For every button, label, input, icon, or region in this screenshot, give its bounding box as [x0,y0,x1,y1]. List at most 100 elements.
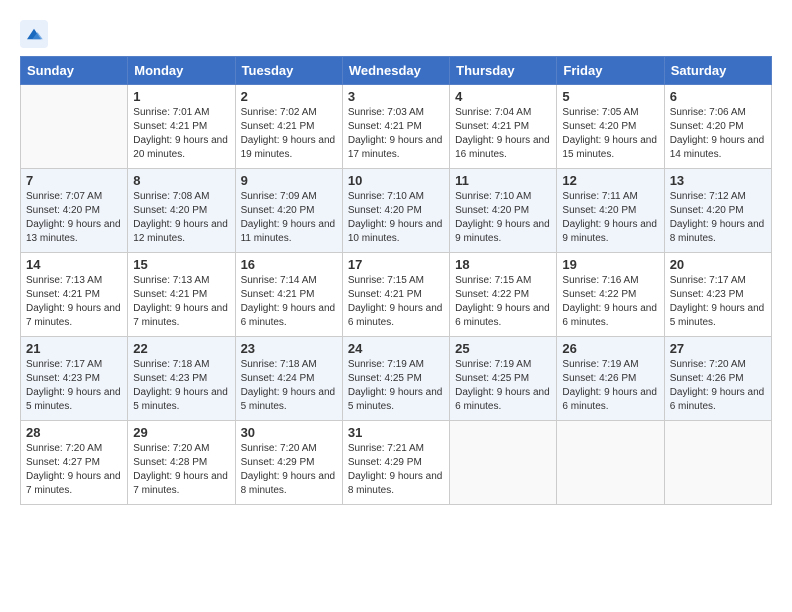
calendar-day-cell: 24 Sunrise: 7:19 AM Sunset: 4:25 PM Dayli… [342,337,449,421]
day-number: 1 [133,89,229,104]
calendar-day-cell [557,421,664,505]
calendar-day-cell: 2 Sunrise: 7:02 AM Sunset: 4:21 PM Daylig… [235,85,342,169]
weekday-header-friday: Friday [557,57,664,85]
calendar-day-cell: 5 Sunrise: 7:05 AM Sunset: 4:20 PM Daylig… [557,85,664,169]
day-number: 29 [133,425,229,440]
weekday-header-tuesday: Tuesday [235,57,342,85]
day-info: Sunrise: 7:18 AM Sunset: 4:24 PM Dayligh… [241,358,337,414]
calendar-day-cell: 3 Sunrise: 7:03 AM Sunset: 4:21 PM Daylig… [342,85,449,169]
calendar-week-row: 21 Sunrise: 7:17 AM Sunset: 4:23 PM Dayli… [21,337,772,421]
calendar-day-cell: 1 Sunrise: 7:01 AM Sunset: 4:21 PM Daylig… [128,85,235,169]
header [20,16,772,48]
day-info: Sunrise: 7:06 AM Sunset: 4:20 PM Dayligh… [670,106,766,162]
calendar-day-cell [21,85,128,169]
day-number: 30 [241,425,337,440]
calendar-day-cell: 31Sunrise: 7:21 AM Sunset: 4:29 PM Dayli… [342,421,449,505]
day-info: Sunrise: 7:19 AM Sunset: 4:25 PM Dayligh… [348,358,444,414]
calendar-day-cell: 19Sunrise: 7:16 AM Sunset: 4:22 PM Dayli… [557,253,664,337]
calendar-day-cell: 28Sunrise: 7:20 AM Sunset: 4:27 PM Dayli… [21,421,128,505]
day-number: 26 [562,341,658,356]
day-number: 27 [670,341,766,356]
day-number: 21 [26,341,122,356]
day-info: Sunrise: 7:13 AM Sunset: 4:21 PM Dayligh… [133,274,229,330]
calendar-day-cell: 11Sunrise: 7:10 AM Sunset: 4:20 PM Dayli… [450,169,557,253]
day-info: Sunrise: 7:10 AM Sunset: 4:20 PM Dayligh… [348,190,444,246]
calendar-day-cell: 15 Sunrise: 7:13 AM Sunset: 4:21 PM Dayli… [128,253,235,337]
day-number: 12 [562,173,658,188]
calendar-day-cell: 8Sunrise: 7:08 AM Sunset: 4:20 PM Daylig… [128,169,235,253]
calendar-day-cell: 12 Sunrise: 7:11 AM Sunset: 4:20 PM Dayli… [557,169,664,253]
calendar-week-row: 28Sunrise: 7:20 AM Sunset: 4:27 PM Dayli… [21,421,772,505]
calendar-day-cell: 13 Sunrise: 7:12 AM Sunset: 4:20 PM Dayli… [664,169,771,253]
calendar-week-row: 1 Sunrise: 7:01 AM Sunset: 4:21 PM Daylig… [21,85,772,169]
day-number: 2 [241,89,337,104]
calendar-day-cell: 6 Sunrise: 7:06 AM Sunset: 4:20 PM Daylig… [664,85,771,169]
day-number: 11 [455,173,551,188]
day-info: Sunrise: 7:17 AM Sunset: 4:23 PM Dayligh… [26,358,122,414]
day-info: Sunrise: 7:12 AM Sunset: 4:20 PM Dayligh… [670,190,766,246]
calendar-day-cell: 18Sunrise: 7:15 AM Sunset: 4:22 PM Dayli… [450,253,557,337]
weekday-header-wednesday: Wednesday [342,57,449,85]
day-number: 3 [348,89,444,104]
day-number: 6 [670,89,766,104]
day-info: Sunrise: 7:16 AM Sunset: 4:22 PM Dayligh… [562,274,658,330]
day-number: 13 [670,173,766,188]
day-number: 9 [241,173,337,188]
calendar-day-cell: 25Sunrise: 7:19 AM Sunset: 4:25 PM Dayli… [450,337,557,421]
page-container: SundayMondayTuesdayWednesdayThursdayFrid… [0,0,792,515]
calendar-day-cell: 17Sunrise: 7:15 AM Sunset: 4:21 PM Dayli… [342,253,449,337]
calendar-day-cell: 4 Sunrise: 7:04 AM Sunset: 4:21 PM Daylig… [450,85,557,169]
day-info: Sunrise: 7:04 AM Sunset: 4:21 PM Dayligh… [455,106,551,162]
day-info: Sunrise: 7:08 AM Sunset: 4:20 PM Dayligh… [133,190,229,246]
calendar-week-row: 14 Sunrise: 7:13 AM Sunset: 4:21 PM Dayli… [21,253,772,337]
day-number: 7 [26,173,122,188]
day-number: 16 [241,257,337,272]
weekday-header-row: SundayMondayTuesdayWednesdayThursdayFrid… [21,57,772,85]
day-number: 20 [670,257,766,272]
weekday-header-saturday: Saturday [664,57,771,85]
day-number: 5 [562,89,658,104]
calendar-day-cell: 30 Sunrise: 7:20 AM Sunset: 4:29 PM Dayli… [235,421,342,505]
calendar-day-cell: 23Sunrise: 7:18 AM Sunset: 4:24 PM Dayli… [235,337,342,421]
day-number: 10 [348,173,444,188]
calendar-day-cell: 14Sunrise: 7:13 AM Sunset: 4:21 PM Dayli… [21,253,128,337]
day-info: Sunrise: 7:11 AM Sunset: 4:20 PM Dayligh… [562,190,658,246]
day-info: Sunrise: 7:18 AM Sunset: 4:23 PM Dayligh… [133,358,229,414]
day-number: 4 [455,89,551,104]
day-number: 25 [455,341,551,356]
calendar-day-cell: 21 Sunrise: 7:17 AM Sunset: 4:23 PM Dayli… [21,337,128,421]
day-number: 22 [133,341,229,356]
calendar-day-cell: 9 Sunrise: 7:09 AM Sunset: 4:20 PM Daylig… [235,169,342,253]
calendar-day-cell: 20 Sunrise: 7:17 AM Sunset: 4:23 PM Dayli… [664,253,771,337]
day-info: Sunrise: 7:09 AM Sunset: 4:20 PM Dayligh… [241,190,337,246]
calendar-day-cell: 27Sunrise: 7:20 AM Sunset: 4:26 PM Dayli… [664,337,771,421]
day-info: Sunrise: 7:03 AM Sunset: 4:21 PM Dayligh… [348,106,444,162]
weekday-header-sunday: Sunday [21,57,128,85]
calendar-day-cell [450,421,557,505]
calendar-day-cell: 29 Sunrise: 7:20 AM Sunset: 4:28 PM Dayli… [128,421,235,505]
calendar-day-cell: 22 Sunrise: 7:18 AM Sunset: 4:23 PM Dayli… [128,337,235,421]
day-info: Sunrise: 7:14 AM Sunset: 4:21 PM Dayligh… [241,274,337,330]
day-info: Sunrise: 7:05 AM Sunset: 4:20 PM Dayligh… [562,106,658,162]
calendar-day-cell: 26 Sunrise: 7:19 AM Sunset: 4:26 PM Dayli… [557,337,664,421]
day-info: Sunrise: 7:02 AM Sunset: 4:21 PM Dayligh… [241,106,337,162]
calendar-day-cell: 7 Sunrise: 7:07 AM Sunset: 4:20 PM Daylig… [21,169,128,253]
weekday-header-thursday: Thursday [450,57,557,85]
day-info: Sunrise: 7:20 AM Sunset: 4:28 PM Dayligh… [133,442,229,498]
day-info: Sunrise: 7:20 AM Sunset: 4:27 PM Dayligh… [26,442,122,498]
calendar-day-cell: 10 Sunrise: 7:10 AM Sunset: 4:20 PM Dayli… [342,169,449,253]
calendar-week-row: 7 Sunrise: 7:07 AM Sunset: 4:20 PM Daylig… [21,169,772,253]
day-info: Sunrise: 7:07 AM Sunset: 4:20 PM Dayligh… [26,190,122,246]
weekday-header-monday: Monday [128,57,235,85]
day-info: Sunrise: 7:19 AM Sunset: 4:26 PM Dayligh… [562,358,658,414]
calendar-table: SundayMondayTuesdayWednesdayThursdayFrid… [20,56,772,505]
day-info: Sunrise: 7:01 AM Sunset: 4:21 PM Dayligh… [133,106,229,162]
day-number: 17 [348,257,444,272]
day-number: 24 [348,341,444,356]
day-info: Sunrise: 7:17 AM Sunset: 4:23 PM Dayligh… [670,274,766,330]
day-number: 14 [26,257,122,272]
day-info: Sunrise: 7:20 AM Sunset: 4:29 PM Dayligh… [241,442,337,498]
day-number: 15 [133,257,229,272]
logo-icon [20,20,48,48]
day-info: Sunrise: 7:21 AM Sunset: 4:29 PM Dayligh… [348,442,444,498]
